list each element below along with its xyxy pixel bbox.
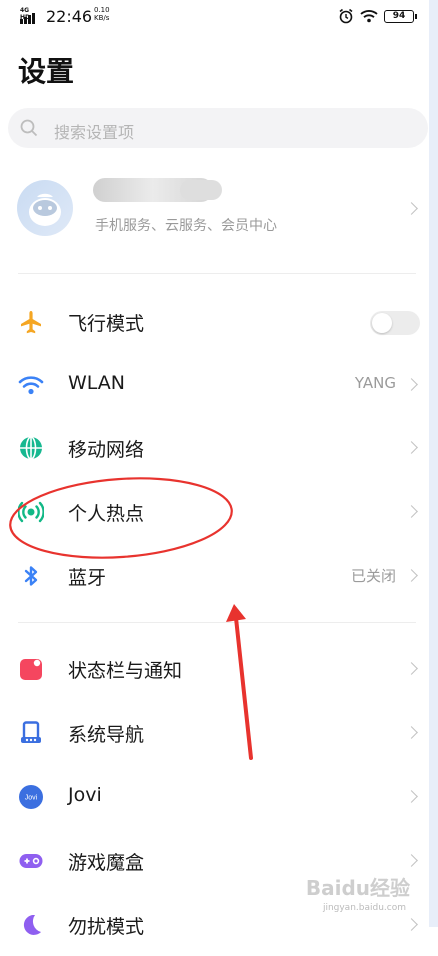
baidu-watermark: Baidu经验 bbox=[305, 876, 410, 900]
red-annotation-overlay bbox=[9, 477, 253, 760]
baidu-watermark-url: jingyan.baidu.com bbox=[322, 903, 406, 913]
